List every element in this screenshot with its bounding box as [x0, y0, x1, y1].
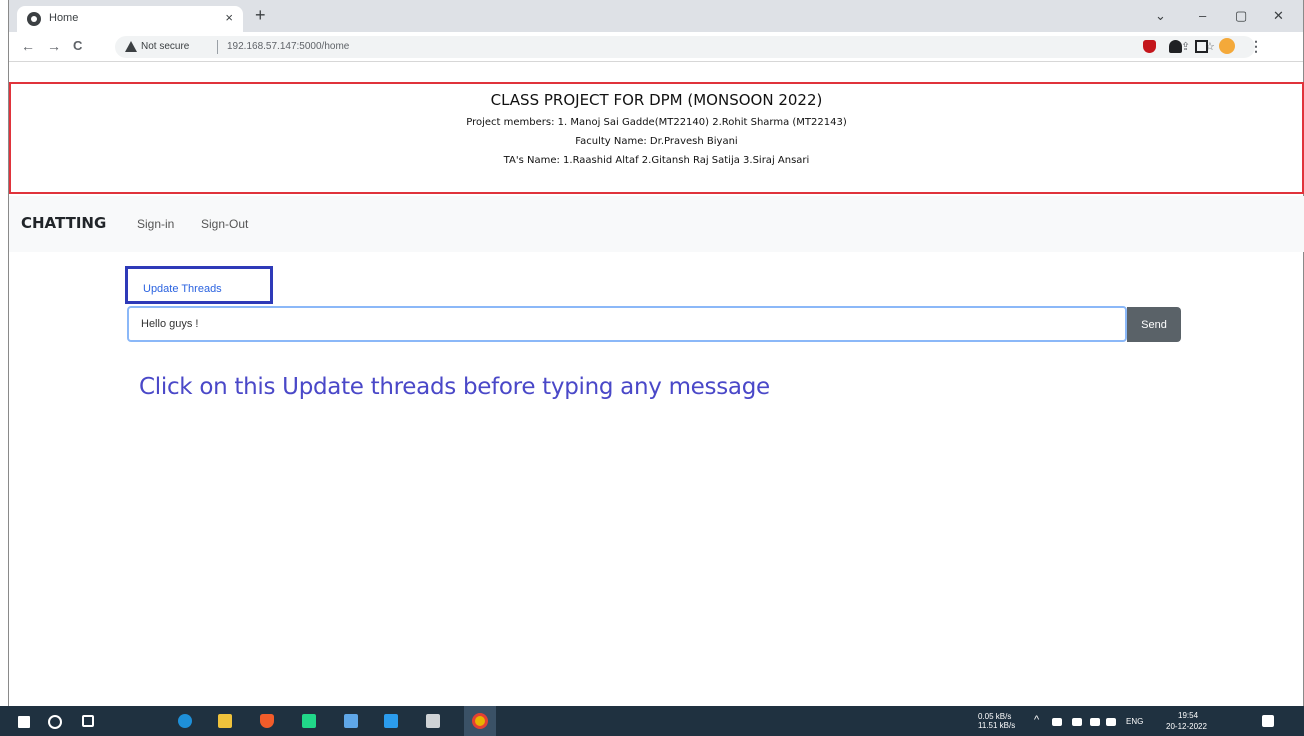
windows-start-icon[interactable] [18, 716, 30, 728]
edge-icon[interactable] [178, 714, 192, 728]
search-icon[interactable] [48, 715, 62, 729]
site-navbar: CHATTING Sign-in Sign-Out [9, 196, 1304, 252]
volume-icon[interactable] [1090, 718, 1100, 726]
globe-icon [27, 12, 41, 26]
tab-title: Home [49, 12, 79, 24]
update-threads-highlight: Update Threads [125, 266, 273, 304]
back-icon[interactable]: ← [21, 38, 35, 54]
update-threads-link[interactable]: Update Threads [143, 283, 222, 295]
extensions-puzzle-icon[interactable] [1169, 40, 1182, 53]
task-view-icon[interactable] [82, 715, 94, 727]
annotation-text: Click on this Update threads before typi… [139, 374, 770, 400]
profile-avatar[interactable] [1219, 38, 1235, 54]
banner-members: Project members: 1. Manoj Sai Gadde(MT22… [466, 117, 847, 128]
tab-home[interactable]: Home × [17, 6, 243, 32]
chrome-icon[interactable] [472, 713, 488, 729]
url-text[interactable]: 192.168.57.147:5000/home [227, 41, 349, 52]
screen-left-margin [0, 0, 8, 736]
tab-search-icon[interactable]: ⌄ [1155, 8, 1166, 24]
project-banner: CLASS PROJECT FOR DPM (MONSOON 2022) Pro… [9, 82, 1304, 194]
reload-icon[interactable]: C [73, 38, 82, 53]
nav-sign-in[interactable]: Sign-in [137, 217, 174, 231]
app-icon[interactable] [344, 714, 358, 728]
warning-icon [125, 41, 137, 52]
banner-title: CLASS PROJECT FOR DPM (MONSOON 2022) [490, 91, 823, 109]
maximize-icon[interactable]: ▢ [1235, 8, 1247, 24]
notification-icon[interactable] [1262, 715, 1274, 727]
message-input[interactable] [127, 306, 1127, 342]
security-label[interactable]: Not secure [141, 41, 189, 52]
address-bar[interactable]: Not secure 192.168.57.147:5000/home ⇪ ☆ [115, 36, 1255, 58]
banner-tas: TA's Name: 1.Raashid Altaf 2.Gitansh Raj… [503, 155, 810, 166]
file-explorer-icon[interactable] [218, 714, 232, 728]
browser-toolbar: ← → C Not secure 192.168.57.147:5000/hom… [9, 32, 1303, 62]
clock-date[interactable]: 20-12-2022 [1166, 722, 1207, 731]
shield-extension-icon[interactable] [1143, 40, 1156, 53]
net-upload: 0.05 kB/s [978, 712, 1012, 721]
tab-close-icon[interactable]: × [225, 10, 233, 25]
terminal-icon[interactable] [426, 714, 440, 728]
tray-chevron-icon[interactable]: ^ [1034, 715, 1039, 726]
tab-strip: Home × + ⌄ – ▢ ✕ [9, 0, 1303, 32]
brand[interactable]: CHATTING [21, 214, 106, 232]
speaker-icon[interactable] [1106, 718, 1116, 726]
wifi-icon[interactable] [1072, 718, 1082, 726]
send-button[interactable]: Send [1127, 307, 1181, 342]
brave-icon[interactable] [260, 714, 274, 728]
browser-window: Home × + ⌄ – ▢ ✕ ← → C Not secure 192.16… [8, 0, 1304, 706]
pycharm-icon[interactable] [302, 714, 316, 728]
nav-sign-out[interactable]: Sign-Out [201, 217, 248, 231]
web-page: CLASS PROJECT FOR DPM (MONSOON 2022) Pro… [9, 62, 1304, 706]
close-window-icon[interactable]: ✕ [1273, 8, 1284, 24]
battery-icon[interactable] [1052, 718, 1062, 726]
clock-time[interactable]: 19:54 [1178, 711, 1198, 720]
share-icon[interactable]: ⇪ [1181, 40, 1190, 53]
address-separator [217, 40, 218, 54]
new-tab-icon[interactable]: + [255, 6, 266, 24]
forward-icon[interactable]: → [47, 38, 61, 54]
minimize-icon[interactable]: – [1199, 8, 1206, 23]
net-download: 11.51 kB/s [978, 721, 1016, 730]
language-indicator[interactable]: ENG [1126, 717, 1143, 726]
vscode-icon[interactable] [384, 714, 398, 728]
side-panel-icon[interactable] [1195, 40, 1208, 53]
banner-faculty: Faculty Name: Dr.Pravesh Biyani [575, 136, 738, 147]
menu-dots-icon[interactable]: ⋮ [1249, 38, 1263, 55]
windows-taskbar: 0.05 kB/s 11.51 kB/s ^ ENG 19:54 20-12-2… [0, 706, 1304, 736]
